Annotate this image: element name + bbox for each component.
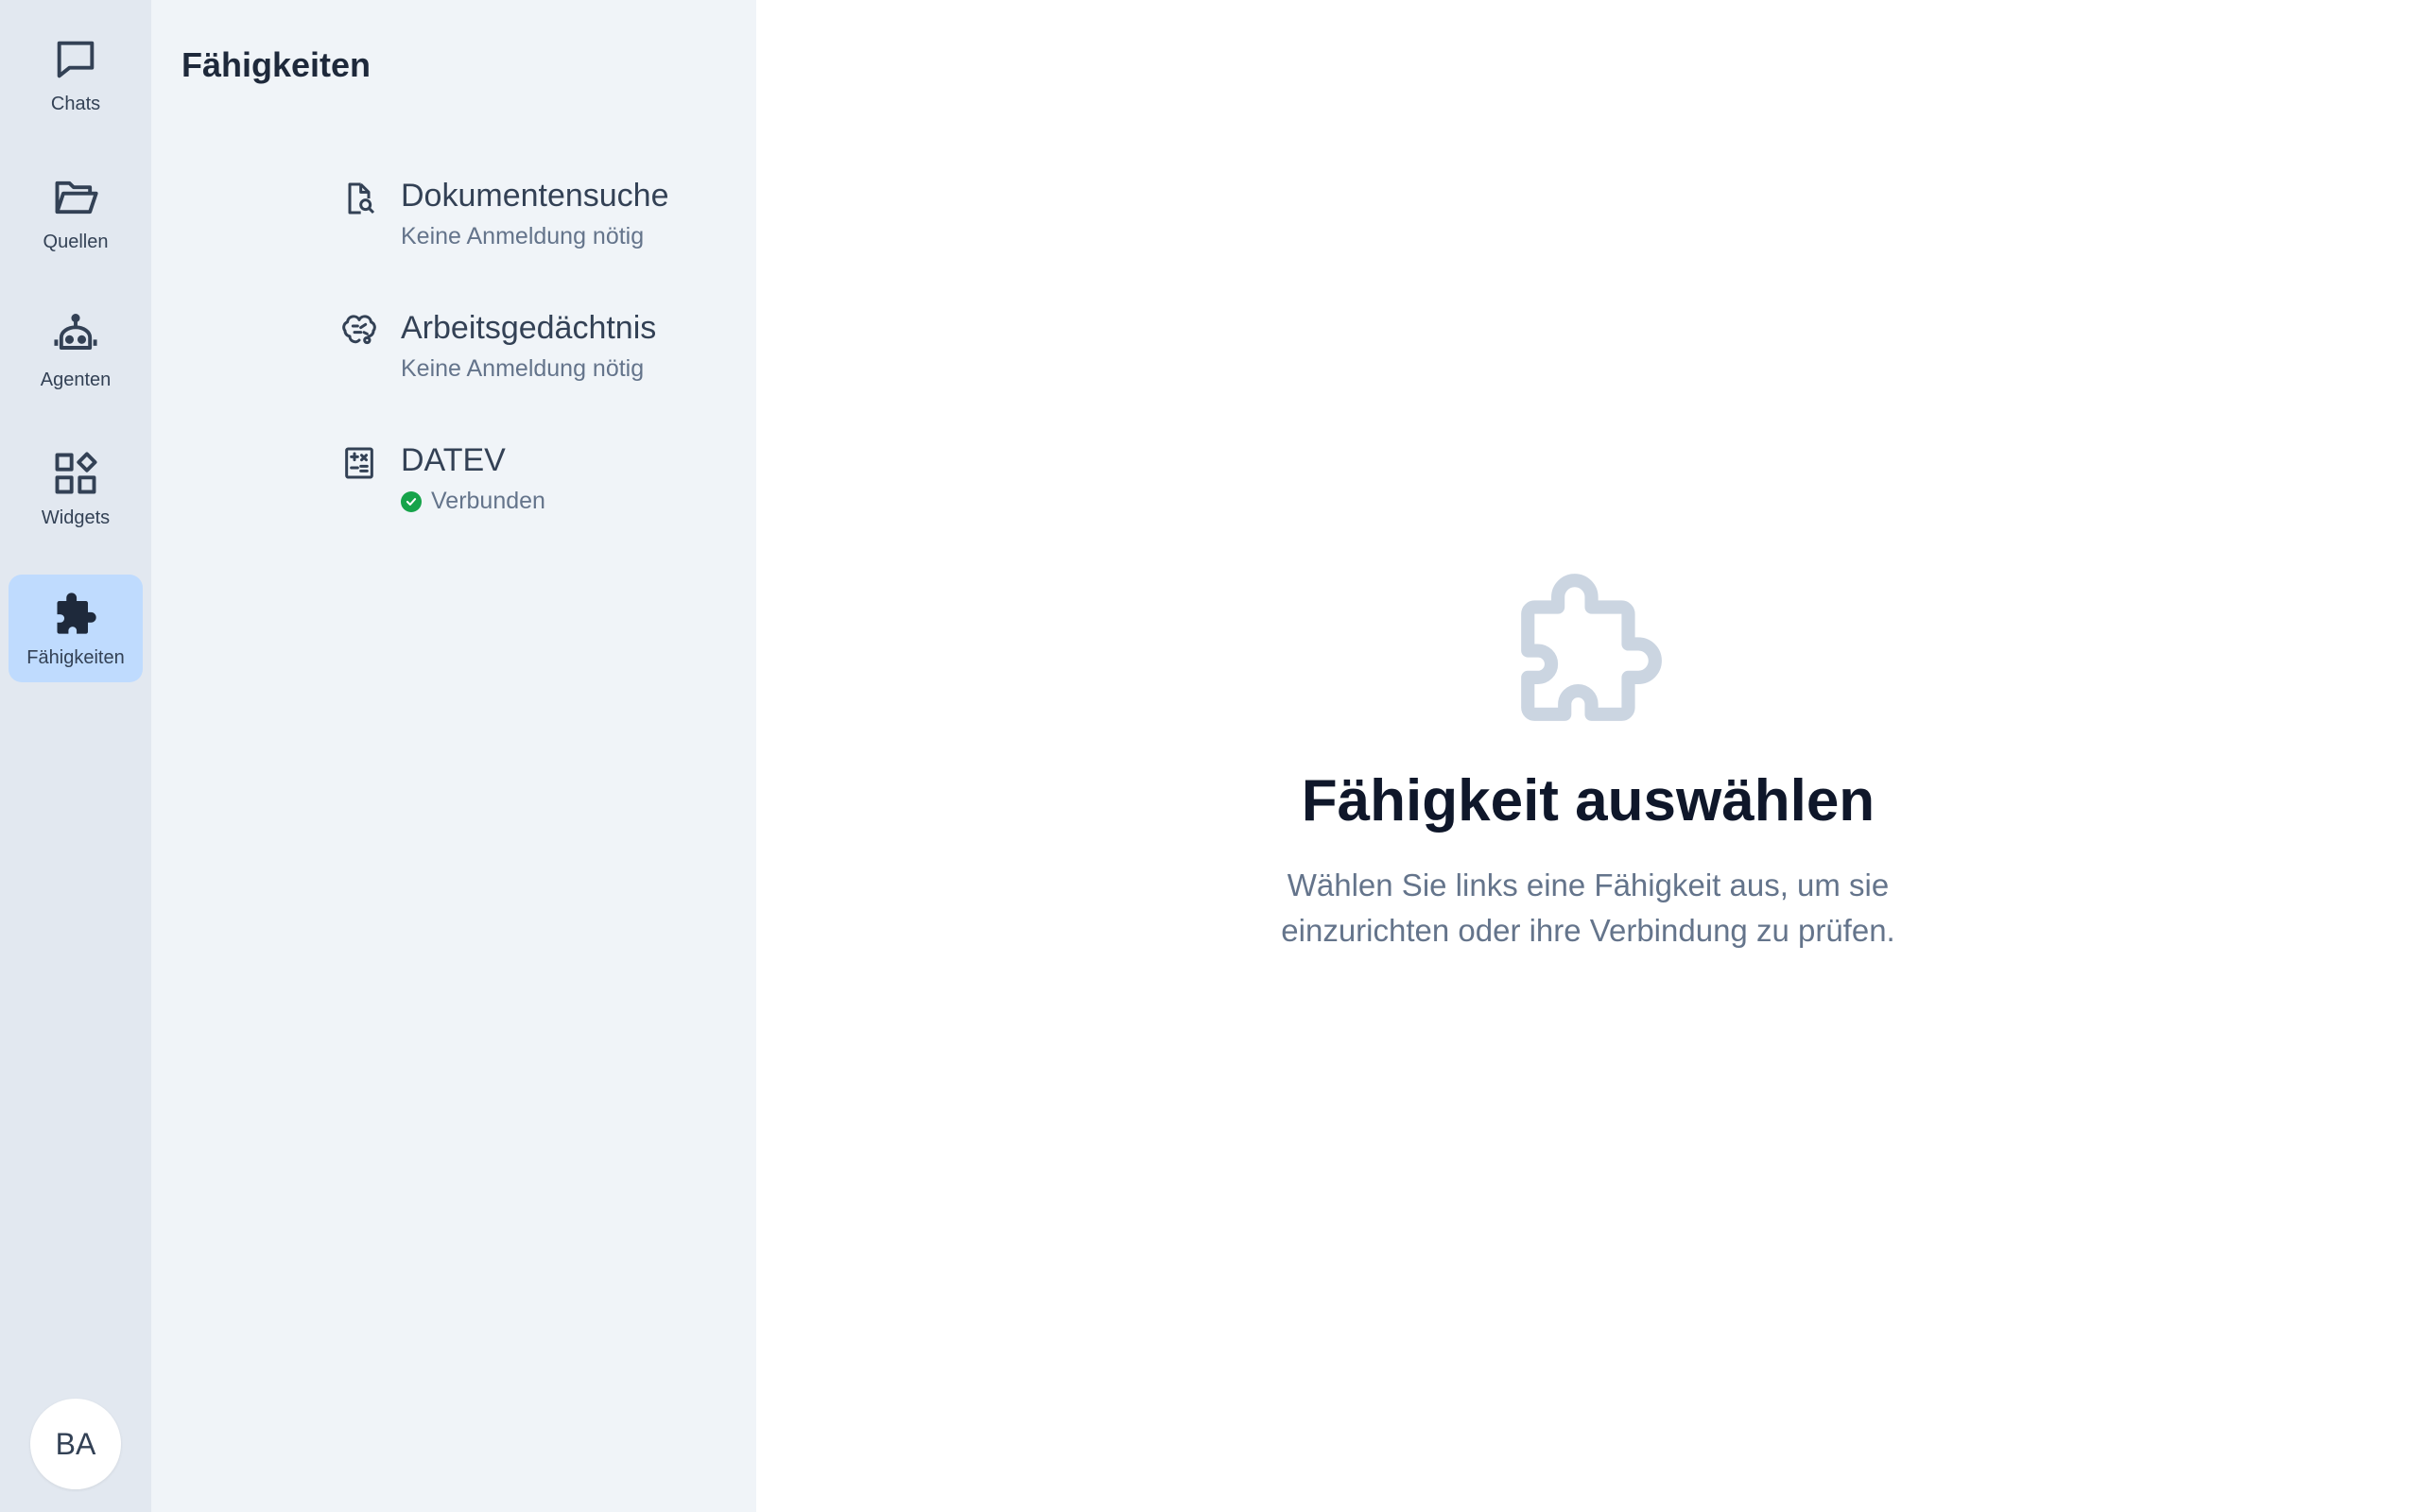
skill-item-dokumentensuche[interactable]: Dokumentensuche Keine Anmeldung nötig [151,178,709,291]
skill-name: Arbeitsgedächtnis [401,310,657,346]
skill-name: Dokumentensuche [401,178,669,214]
rail-item-label: Chats [50,93,101,114]
chat-bubble-icon [57,41,95,77]
empty-state: Fähigkeit auswählen Wählen Sie links ein… [756,567,2420,954]
document-search-icon [348,182,375,215]
rail-item-quellen[interactable]: Quellen [9,159,143,266]
rail-item-chats[interactable]: Chats [9,21,143,129]
rail-item-label: Quellen [43,231,109,252]
skill-status-text: Keine Anmeldung nötig [401,223,645,249]
robot-icon [54,313,97,350]
rail-item-faehigkeiten[interactable]: Fähigkeiten [9,575,143,682]
skill-item-arbeitsgedaechtnis[interactable]: Arbeitsgedächtnis Keine Anmeldung nötig [151,310,709,423]
rail-item-label: Agenten [40,369,112,390]
puzzle-icon [1521,574,1662,721]
main-content: Fähigkeit auswählen Wählen Sie links ein… [756,0,2420,1512]
panel-title: Fähigkeiten [182,45,372,84]
rail-item-label: Widgets [41,507,111,528]
rail-item-widgets[interactable]: Widgets [9,435,143,542]
puzzle-icon [57,592,96,634]
rail-item-agenten[interactable]: Agenten [9,297,143,404]
widgets-icon [55,451,97,493]
skill-status: Keine Anmeldung nötig [401,355,644,383]
skill-name: DATEV [401,442,506,478]
icon-rail: Chats Quellen Agenten Widgets Fähigkeite… [0,0,151,1512]
calculator-icon [345,447,373,479]
check-circle-icon [401,490,422,512]
skill-item-datev[interactable]: DATEV Verbunden [151,442,709,556]
skill-status: Keine Anmeldung nötig [401,223,644,250]
brain-icon [342,315,376,345]
app-window: Chats Quellen Agenten Widgets Fähigkeite… [0,0,2420,1512]
rail-item-label: Fähigkeiten [26,646,125,668]
skill-status-text: Verbunden [431,488,545,514]
folder-open-icon [55,180,98,214]
user-avatar[interactable]: BA [30,1399,121,1489]
skill-status: Verbunden [401,488,545,515]
empty-state-title: Fähigkeit auswählen [1301,768,1876,833]
empty-state-description: Wählen Sie links eine Fähigkeit aus, um … [1281,868,1895,948]
skills-panel: Fähigkeiten Dokumentensuche Keine Anmeld… [151,0,756,1512]
skill-status-text: Keine Anmeldung nötig [401,355,645,382]
